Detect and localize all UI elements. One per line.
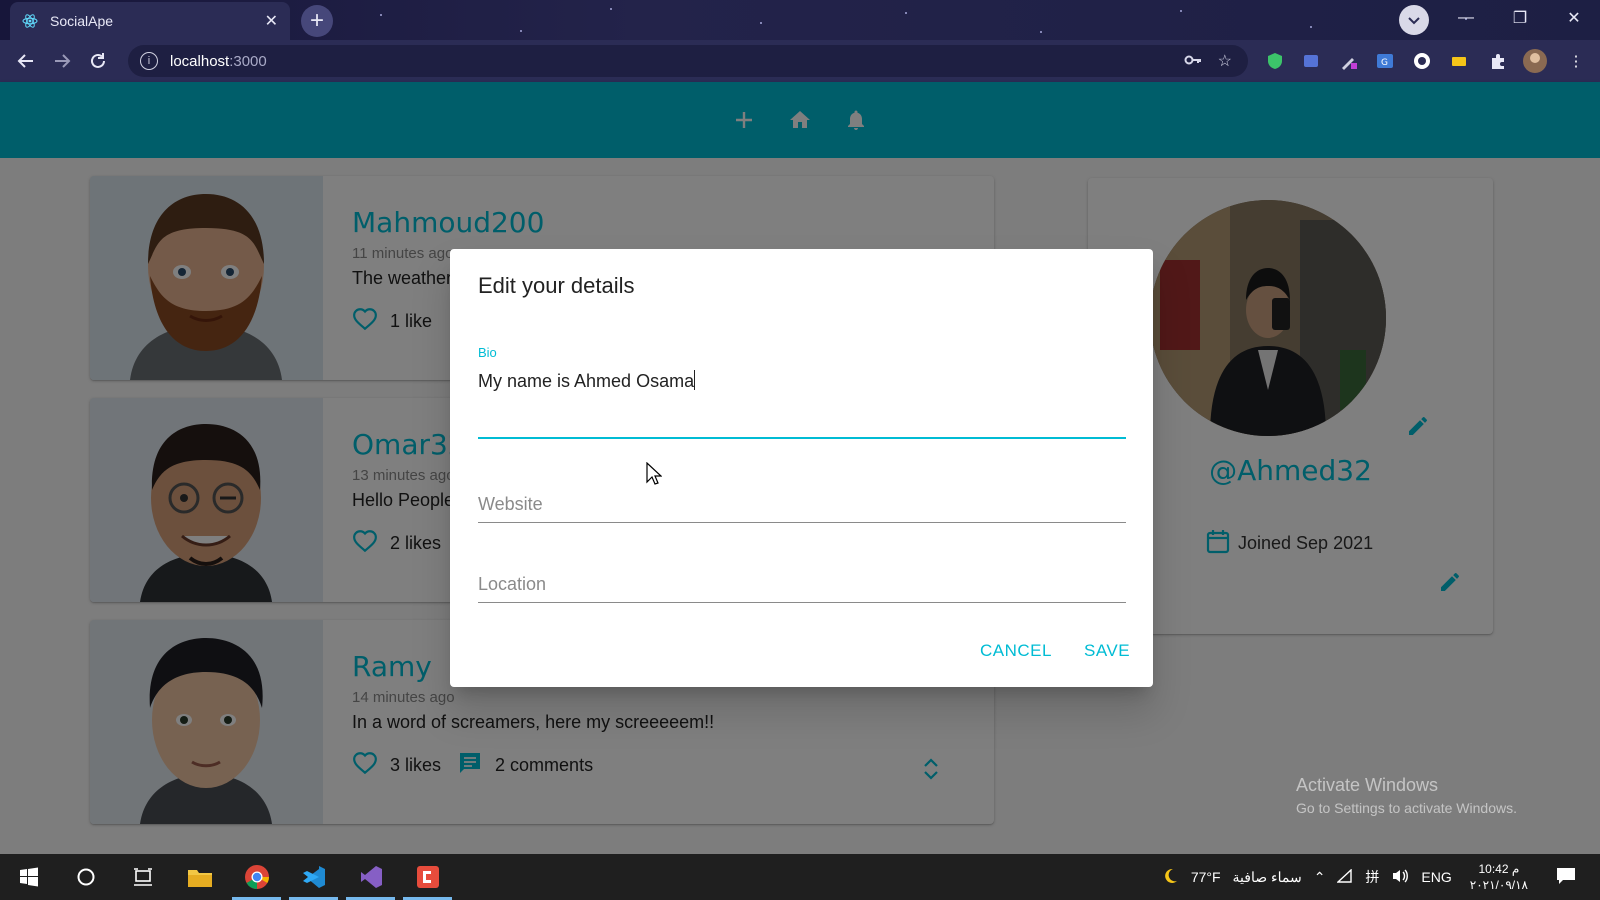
address-bar[interactable]: i localhost:3000 ☆ <box>128 45 1248 77</box>
volume-icon[interactable] <box>1391 868 1409 887</box>
translate-extension-icon[interactable]: G <box>1372 48 1398 74</box>
pen-extension-icon[interactable] <box>1336 48 1362 74</box>
notification-center-icon[interactable] <box>1556 867 1576 888</box>
watermark-subtitle: Go to Settings to activate Windows. <box>1296 800 1517 816</box>
bio-focus-underline <box>478 437 1126 439</box>
headset-extension-icon[interactable] <box>1298 48 1324 74</box>
close-tab-icon[interactable]: ✕ <box>265 11 278 31</box>
task-view-icon[interactable] <box>114 854 171 900</box>
location-underline <box>478 602 1126 603</box>
reload-icon[interactable] <box>80 43 116 79</box>
vscode-icon[interactable] <box>285 854 342 900</box>
user-avatar-icon[interactable] <box>1522 48 1548 74</box>
bookmark-star-icon[interactable]: ☆ <box>1218 51 1232 74</box>
url-host: localhost <box>170 52 230 70</box>
forward-icon[interactable] <box>44 43 80 79</box>
weather-moon-icon[interactable] <box>1161 867 1179 888</box>
location-placeholder: Location <box>478 574 547 594</box>
bio-input-value[interactable]: My name is Ahmed Osama <box>478 371 694 391</box>
file-explorer-icon[interactable] <box>171 854 228 900</box>
bio-field[interactable]: Bio My name is Ahmed Osama <box>478 345 1126 439</box>
back-icon[interactable] <box>8 43 44 79</box>
show-hidden-icons-icon[interactable]: ⌃ <box>1314 869 1326 886</box>
network-icon[interactable] <box>1336 867 1353 886</box>
browser-tab[interactable]: SocialApe ✕ <box>10 2 290 40</box>
key-icon[interactable] <box>1184 51 1202 74</box>
postman-icon[interactable] <box>399 854 456 900</box>
input-language[interactable]: ENG <box>1421 869 1451 885</box>
bio-label: Bio <box>478 345 497 360</box>
react-favicon-icon <box>22 13 38 29</box>
text-caret <box>694 370 696 390</box>
minimize-icon[interactable]: — <box>1440 0 1492 36</box>
profile-icon[interactable] <box>1399 5 1429 35</box>
cancel-button[interactable]: CANCEL <box>980 641 1052 661</box>
windows-start-icon[interactable] <box>0 854 57 900</box>
tab-title: SocialApe <box>50 13 114 29</box>
browser-menu-icon[interactable]: ⋮ <box>1563 48 1589 74</box>
url-port: :3000 <box>229 52 267 70</box>
puzzle-extensions-icon[interactable] <box>1485 48 1511 74</box>
website-field[interactable]: Website <box>478 494 1126 523</box>
activate-windows-watermark: Activate Windows Go to Settings to activ… <box>1296 775 1517 816</box>
tag-extension-icon[interactable] <box>1446 48 1472 74</box>
browser-tabbar: SocialApe ✕ + — ❐ ✕ <box>0 0 1600 40</box>
weather-temperature[interactable]: 77°F <box>1191 869 1221 885</box>
clock[interactable]: 10:42 م ٢٠٢١/٠٩/١٨ <box>1464 861 1534 893</box>
dialog-title: Edit your details <box>478 273 635 298</box>
close-window-icon[interactable]: ✕ <box>1548 0 1600 36</box>
website-placeholder: Website <box>478 494 543 514</box>
clock-date: ٢٠٢١/٠٩/١٨ <box>1469 878 1528 892</box>
ime-icon[interactable]: 拼 <box>1365 867 1379 887</box>
location-field[interactable]: Location <box>478 574 1126 603</box>
mouse-cursor-icon <box>646 461 663 491</box>
cortana-search-icon[interactable] <box>57 854 114 900</box>
new-tab-button[interactable]: + <box>301 5 333 37</box>
svg-text:G: G <box>1381 58 1388 68</box>
restore-icon[interactable]: ❐ <box>1494 0 1546 36</box>
visual-studio-icon[interactable] <box>342 854 399 900</box>
site-info-icon[interactable]: i <box>140 52 158 70</box>
save-button[interactable]: SAVE <box>1084 641 1130 661</box>
watermark-title: Activate Windows <box>1296 775 1439 795</box>
clock-time: 10:42 م <box>1478 862 1520 876</box>
system-tray: 77°F سماء صافية ⌃ 拼 ENG 10:42 م ٢٠٢١/٠٩/… <box>1155 854 1600 900</box>
circle-extension-icon[interactable] <box>1409 48 1435 74</box>
windows-taskbar: 77°F سماء صافية ⌃ 拼 ENG 10:42 م ٢٠٢١/٠٩/… <box>0 854 1600 900</box>
weather-description[interactable]: سماء صافية <box>1233 869 1302 886</box>
chrome-icon[interactable] <box>228 854 285 900</box>
edit-details-dialog: Edit your details Bio My name is Ahmed O… <box>450 249 1153 687</box>
website-underline <box>478 522 1126 523</box>
shield-extension-icon[interactable] <box>1262 48 1288 74</box>
